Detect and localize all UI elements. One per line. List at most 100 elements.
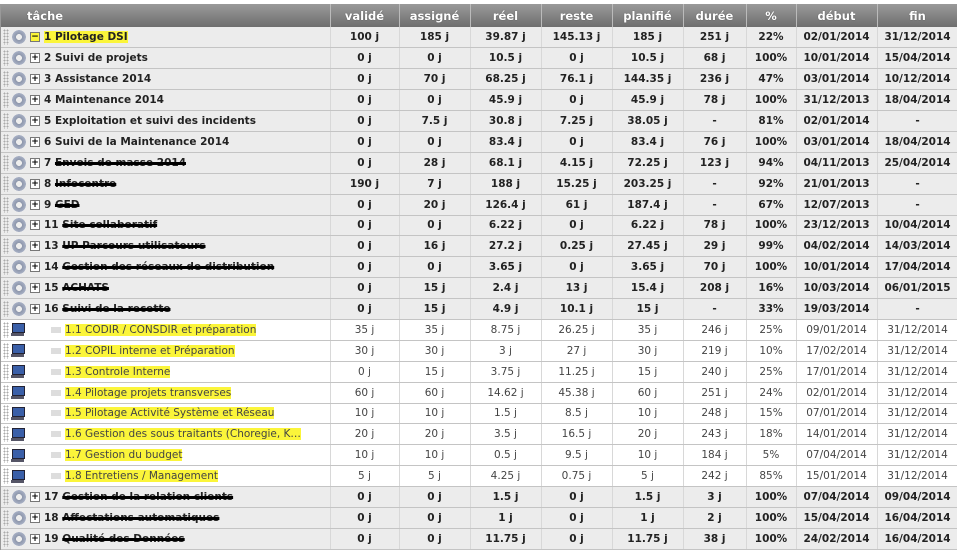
gear-icon[interactable]: [11, 71, 27, 88]
task-row[interactable]: 1.6 Gestion des sous traitants (Choregie…: [1, 423, 957, 446]
column-header-reste[interactable]: reste: [541, 4, 613, 27]
expand-toggle[interactable]: +: [30, 116, 40, 126]
drag-handle[interactable]: [3, 71, 9, 88]
task-label[interactable]: 1.5 Pilotage Activité Système et Réseau: [65, 407, 275, 420]
task-label[interactable]: 3 Assistance 2014: [44, 73, 151, 85]
expand-toggle[interactable]: +: [30, 95, 40, 106]
expand-toggle[interactable]: +: [30, 74, 40, 85]
gear-icon[interactable]: [11, 50, 27, 67]
expand-toggle[interactable]: +: [30, 283, 40, 294]
drag-handle[interactable]: [3, 133, 9, 150]
expand-toggle[interactable]: +: [30, 492, 40, 503]
task-cell[interactable]: +7 Envois de masse 2014: [1, 152, 331, 174]
task-row[interactable]: 1.3 Controle Interne 0 j 15 j 3.75 j 11.25 j…: [1, 361, 957, 383]
column-header-fin[interactable]: fin: [877, 4, 957, 27]
task-cell[interactable]: 1.6 Gestion des sous traitants (Choregie…: [1, 423, 331, 446]
task-cell[interactable]: +13 UP Parcours utilisateurs: [1, 235, 331, 258]
task-group-row[interactable]: +13 UP Parcours utilisateurs 0 j 16 j 27.2 …: [1, 235, 957, 258]
task-cell[interactable]: +11 Site collaboratif: [1, 215, 331, 237]
gear-icon[interactable]: [11, 154, 27, 171]
task-label[interactable]: Site collaboratif: [62, 219, 157, 231]
drag-handle[interactable]: [3, 384, 9, 401]
task-cell[interactable]: +5 Exploitation et suivi des incidents: [1, 110, 331, 132]
gear-icon[interactable]: [11, 301, 27, 318]
task-group-row[interactable]: +2 Suivi de projets 0 j0 j 10.5 j0 j 10.5 j…: [1, 47, 957, 70]
column-header-planifie[interactable]: planifié: [612, 4, 684, 27]
expand-toggle[interactable]: +: [30, 178, 40, 189]
gear-icon[interactable]: [11, 29, 27, 46]
drag-handle[interactable]: [3, 321, 9, 338]
expand-toggle[interactable]: +: [30, 262, 40, 273]
task-label[interactable]: 1 Pilotage DSI: [44, 31, 128, 44]
task-label[interactable]: 1.4 Pilotage projets transverses: [65, 386, 232, 399]
task-cell[interactable]: +8 Infocentre: [1, 173, 331, 195]
expand-toggle[interactable]: +: [30, 157, 40, 168]
gear-icon[interactable]: [11, 217, 27, 234]
collapse-toggle[interactable]: −: [30, 32, 40, 43]
drag-handle[interactable]: [3, 363, 9, 380]
gear-icon[interactable]: [11, 259, 27, 276]
task-cell[interactable]: +19 Qualité des Données: [1, 528, 331, 550]
drag-handle[interactable]: [3, 29, 9, 46]
column-header-valide[interactable]: validé: [330, 4, 400, 27]
task-label[interactable]: Gestion des réseaux de distribution: [62, 261, 274, 273]
drag-handle[interactable]: [3, 238, 9, 255]
drag-handle[interactable]: [3, 175, 9, 192]
gear-icon[interactable]: [11, 196, 27, 213]
task-cell[interactable]: +17 Gestion de la relation clients: [1, 486, 331, 508]
gear-icon[interactable]: [11, 489, 27, 506]
gear-icon[interactable]: [11, 509, 27, 526]
column-header-duree[interactable]: durée: [683, 4, 747, 27]
task-cell[interactable]: +9 GED: [1, 194, 331, 216]
task-row[interactable]: 1.5 Pilotage Activité Système et Réseau 1…: [1, 403, 957, 425]
column-header-percent[interactable]: %: [746, 4, 797, 27]
expand-toggle[interactable]: +: [30, 199, 40, 210]
task-cell[interactable]: +2 Suivi de projets: [1, 47, 331, 70]
task-group-row[interactable]: +19 Qualité des Données 0 j0 j 11.75 j0 j1…: [1, 528, 957, 550]
task-label[interactable]: 1.2 COPIL interne et Préparation: [65, 344, 235, 357]
task-label[interactable]: ACHATS: [62, 282, 109, 294]
task-group-row[interactable]: +9 GED 0 j 20 j 126.4 j 61 j 187.4 j -67% 12/07…: [1, 194, 957, 216]
task-group-row[interactable]: +14 Gestion des réseaux de distribution 0…: [1, 256, 957, 279]
task-row[interactable]: 1.7 Gestion du budget 10 j 10 j 0.5 j 9.5 j1…: [1, 444, 957, 467]
column-header-assigne[interactable]: assigné: [399, 4, 471, 27]
expand-toggle[interactable]: +: [30, 533, 40, 544]
drag-handle[interactable]: [3, 280, 9, 297]
task-cell[interactable]: 1.4 Pilotage projets transverses: [1, 382, 331, 404]
task-label[interactable]: UP Parcours utilisateurs: [62, 240, 205, 252]
task-label[interactable]: GED: [55, 199, 80, 211]
task-group-row[interactable]: +5 Exploitation et suivi des incidents 0 …: [1, 110, 957, 132]
task-label[interactable]: 1.8 Entretiens / Management: [65, 470, 218, 483]
gear-icon[interactable]: [11, 238, 27, 255]
column-header-task[interactable]: tâche: [1, 4, 331, 27]
task-label[interactable]: Gestion de la relation clients: [62, 491, 233, 503]
drag-handle[interactable]: [3, 154, 9, 171]
task-label[interactable]: Infocentre: [55, 178, 116, 190]
drag-handle[interactable]: [3, 259, 9, 276]
drag-handle[interactable]: [3, 50, 9, 67]
task-cell[interactable]: +16 Suivi de la recette: [1, 298, 331, 320]
task-cell[interactable]: −1 Pilotage DSI: [1, 27, 331, 49]
task-cell[interactable]: +14 Gestion des réseaux de distribution: [1, 256, 331, 279]
gear-icon[interactable]: [11, 92, 27, 109]
task-group-row[interactable]: +18 Affectations automatiques 0 j0 j1 j0 …: [1, 507, 957, 529]
task-row[interactable]: 1.8 Entretiens / Management 5 j5 j 4.25 j0…: [1, 465, 957, 488]
task-group-row[interactable]: +17 Gestion de la relation clients 0 j0 j…: [1, 486, 957, 508]
expand-toggle[interactable]: +: [30, 304, 40, 315]
drag-handle[interactable]: [3, 342, 9, 359]
drag-handle[interactable]: [3, 489, 9, 506]
drag-handle[interactable]: [3, 301, 9, 318]
drag-handle[interactable]: [3, 426, 9, 443]
column-header-debut[interactable]: début: [796, 4, 878, 27]
drag-handle[interactable]: [3, 217, 9, 234]
task-group-row[interactable]: +7 Envois de masse 2014 0 j 28 j 68.1 j 4.15…: [1, 152, 957, 174]
task-group-row[interactable]: +16 Suivi de la recette 0 j 15 j 4.9 j 10.1 …: [1, 298, 957, 320]
task-group-row[interactable]: −1 Pilotage DSI 100 j 185 j 39.87 j 145.13 j…: [1, 27, 957, 49]
drag-handle[interactable]: [3, 92, 9, 109]
task-cell[interactable]: 1.1 CODIR / CONSDIR et préparation: [1, 319, 331, 341]
column-header-reel[interactable]: réel: [470, 4, 542, 27]
task-row[interactable]: 1.2 COPIL interne et Préparation 30 j 30 j…: [1, 340, 957, 362]
task-cell[interactable]: 1.8 Entretiens / Management: [1, 465, 331, 488]
task-cell[interactable]: 1.5 Pilotage Activité Système et Réseau: [1, 403, 331, 425]
task-group-row[interactable]: +8 Infocentre 190 j7 j 188 j 15.25 j 203.25 …: [1, 173, 957, 195]
